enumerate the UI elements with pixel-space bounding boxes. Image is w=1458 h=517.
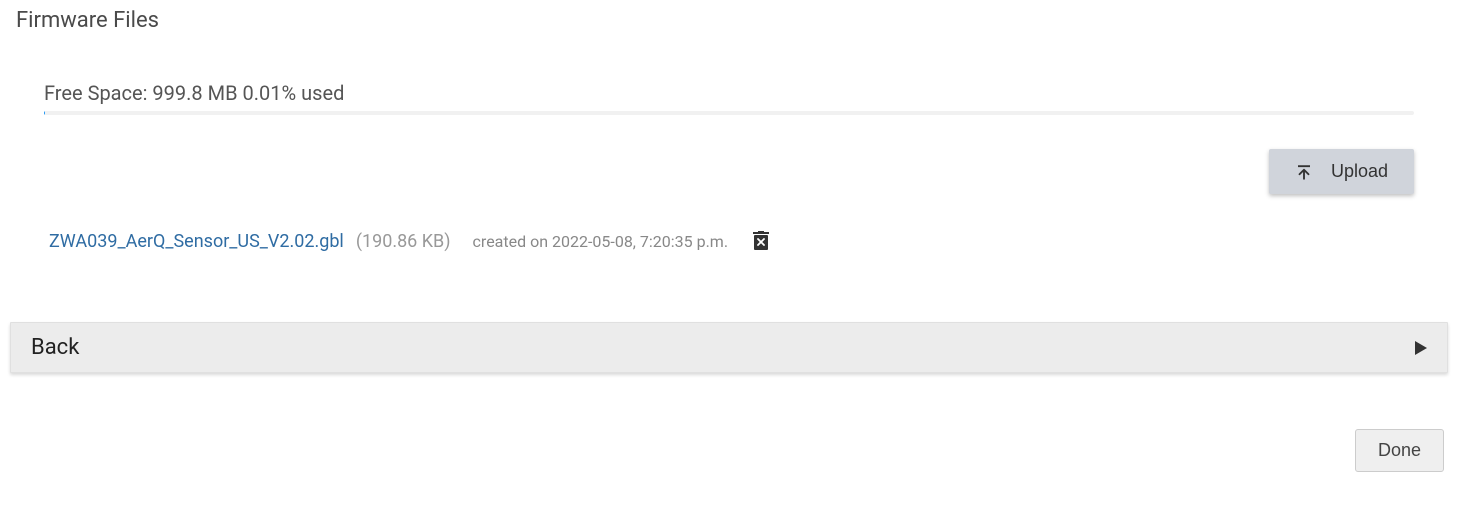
back-label: Back (31, 335, 79, 360)
free-space-label: Free Space: 999.8 MB 0.01% used (44, 81, 1414, 105)
upload-button[interactable]: Upload (1269, 149, 1414, 194)
done-button[interactable]: Done (1355, 429, 1444, 472)
file-size-label: (190.86 KB) (356, 231, 451, 252)
file-name-link[interactable]: ZWA039_AerQ_Sensor_US_V2.02.gbl (49, 231, 344, 252)
upload-icon (1295, 163, 1313, 181)
file-created-label: created on 2022-05-08, 7:20:35 p.m. (473, 232, 729, 251)
delete-file-button[interactable] (752, 230, 770, 252)
storage-usage-bar (44, 111, 1414, 115)
file-row: ZWA039_AerQ_Sensor_US_V2.02.gbl (190.86 … (49, 230, 1414, 252)
page-title: Firmware Files (16, 8, 1444, 33)
back-panel[interactable]: Back (10, 322, 1448, 373)
upload-button-label: Upload (1331, 161, 1388, 182)
play-icon (1415, 341, 1427, 355)
